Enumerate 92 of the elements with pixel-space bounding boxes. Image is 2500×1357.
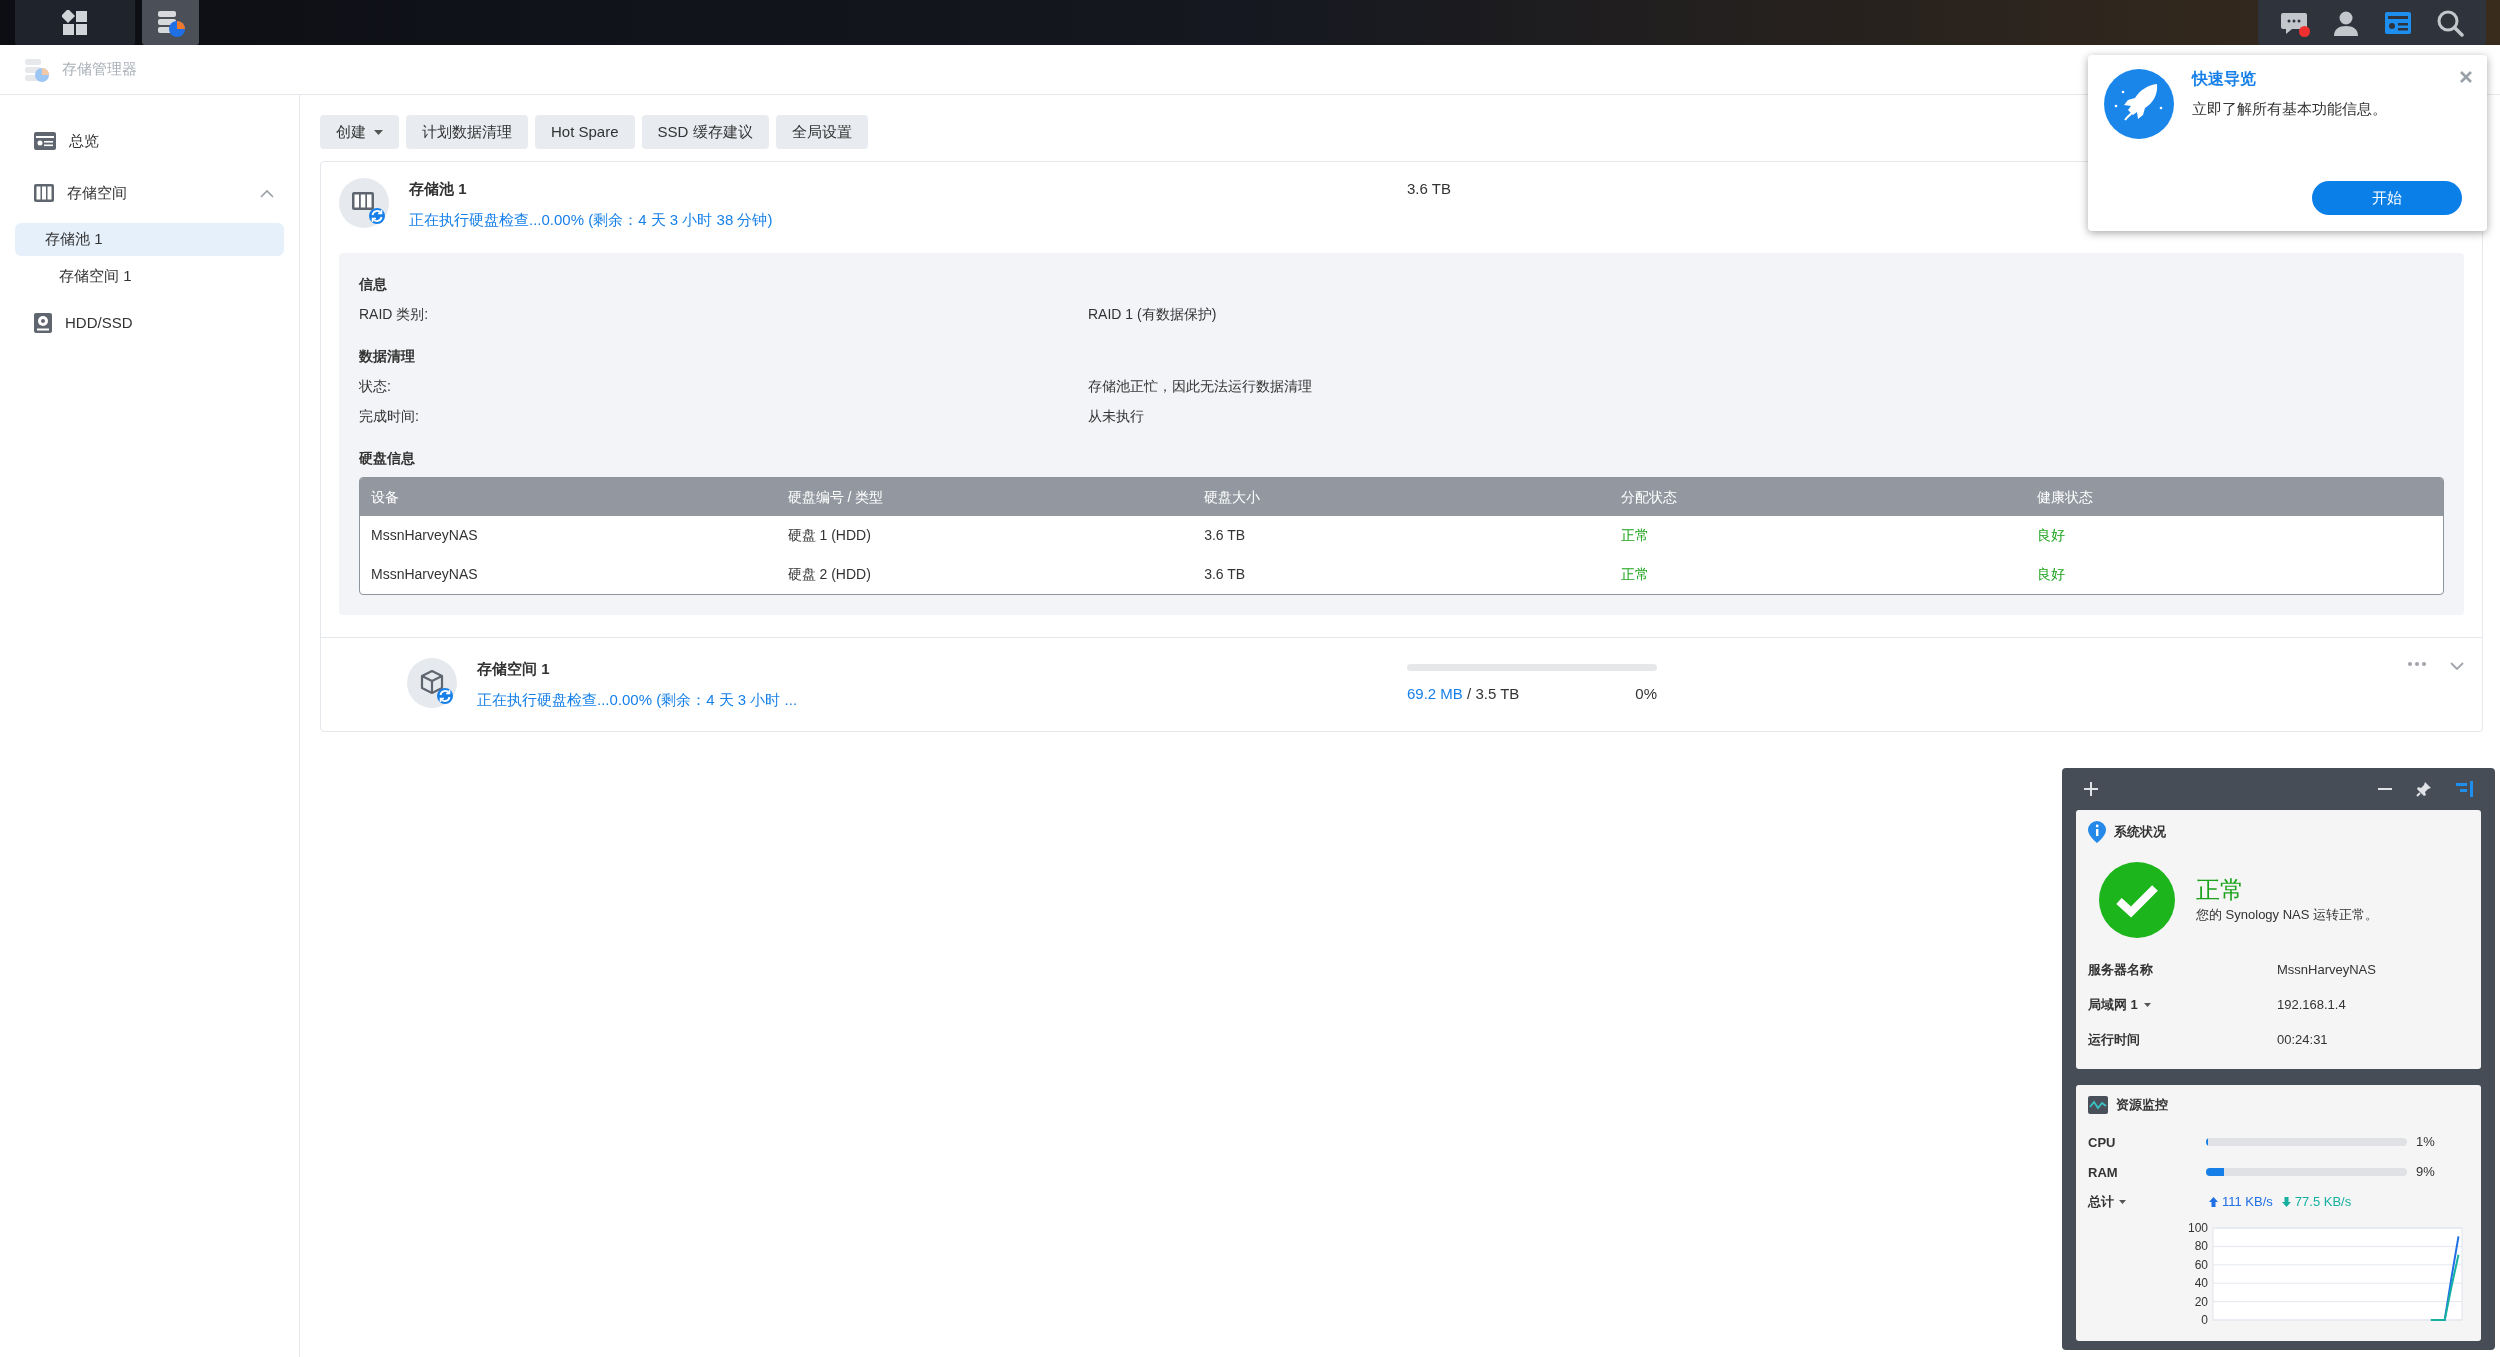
axis-tick-label: 60 — [2194, 1257, 2208, 1272]
axis-tick-label: 0 — [2201, 1313, 2208, 1327]
monitor-wave-icon — [2088, 1096, 2108, 1114]
table-cell-text: 良好 — [2036, 526, 2067, 545]
search-icon[interactable] — [2436, 8, 2464, 37]
upload-arrow-icon — [2209, 1197, 2218, 1207]
status-message: 您的 Synology NAS 运转正常。 — [2196, 906, 2379, 925]
info-icon — [2088, 821, 2106, 843]
table-cell-text: MssnHarveyNAS — [370, 565, 479, 584]
section-heading: 数据清理 — [359, 347, 415, 366]
panel-toggle-icon[interactable] — [2456, 781, 2473, 797]
close-icon[interactable] — [2459, 70, 2473, 84]
window-title: 存储管理器 — [62, 59, 137, 80]
table-cell-text: 3.6 TB — [1203, 565, 1247, 584]
toolbar-button[interactable]: 创建 — [320, 115, 399, 149]
info-label: 服务器名称 — [2088, 960, 2153, 979]
column-header: 分配状态 — [1609, 478, 2027, 516]
sidebar-item[interactable]: HDD/SSD — [15, 297, 284, 349]
info-label[interactable]: 局域网 1 — [2088, 994, 2138, 1015]
health-status: 正常 — [2196, 875, 2244, 906]
caret-icon[interactable] — [2143, 1002, 2151, 1007]
caret-icon[interactable] — [2119, 1200, 2126, 1204]
storage-pool-icon — [339, 178, 389, 228]
column-header: 健康状态 — [2026, 478, 2443, 516]
table-cell-text: MssnHarveyNAS — [370, 526, 479, 545]
table-cell-text: 正常 — [1619, 526, 1650, 545]
usage-percent: 0% — [1635, 684, 1657, 704]
meter-label: RAM — [2088, 1164, 2118, 1180]
table-cell-text: 良好 — [2036, 565, 2067, 584]
main-menu-button[interactable] — [15, 0, 135, 45]
axis-tick-label: 40 — [2194, 1276, 2208, 1291]
section-heading: 硬盘信息 — [359, 449, 415, 468]
field-label: RAID 类别: — [359, 305, 429, 324]
rocket-icon — [2103, 68, 2175, 140]
popup-title: 快速导览 — [2192, 69, 2256, 89]
toolbar-button[interactable]: Hot Spare — [535, 115, 635, 149]
chevron-icon[interactable] — [260, 188, 274, 198]
cube-icon — [407, 658, 457, 708]
info-value: 192.168.1.4 — [2277, 995, 2346, 1014]
section-heading: 信息 — [359, 275, 387, 294]
field-label: 状态: — [359, 377, 391, 396]
app-icon — [24, 56, 50, 83]
axis-tick-label: 80 — [2194, 1239, 2208, 1254]
info-value: MssnHarveyNAS — [2277, 960, 2376, 979]
volume-status-link[interactable]: 正在执行硬盘检查...0.00% (剩余：4 天 3 小时 ... — [477, 688, 798, 711]
meter-reading: 1% — [2416, 1133, 2435, 1152]
download-rate: 77.5 KB/s — [2294, 1193, 2352, 1212]
pin-icon[interactable] — [2416, 781, 2432, 797]
column-header: 设备 — [360, 478, 777, 516]
pool-size: 3.6 TB — [1407, 179, 1451, 199]
sidebar-item[interactable]: 存储池 1 — [15, 223, 284, 256]
popup-text: 立即了解所有基本功能信息。 — [2192, 99, 2387, 119]
taskbar-app-button[interactable] — [142, 0, 199, 45]
axis-tick-label: 100 — [2187, 1223, 2208, 1235]
sidebar-item[interactable]: 存储空间 — [15, 167, 284, 219]
panel-title: 资源监控 — [2116, 1096, 2168, 1115]
storage-rack-icon — [33, 183, 55, 203]
toolbar-button[interactable]: 计划数据清理 — [406, 115, 528, 149]
axis-tick-label: 20 — [2194, 1294, 2208, 1309]
sidebar-item[interactable]: 总览 — [15, 115, 284, 167]
table-cell-text: 硬盘 1 (HDD) — [786, 526, 872, 545]
add-icon[interactable] — [2084, 782, 2098, 796]
toolbar-button[interactable]: SSD 缓存建议 — [641, 115, 769, 149]
panel-title: 系统状况 — [2114, 823, 2166, 842]
volume-title: 存储空间 1 — [477, 659, 551, 679]
field-value: 存储池正忙，因此无法运行数据清理 — [1088, 377, 1312, 396]
sidebar-item[interactable]: 存储空间 1 — [15, 260, 284, 293]
info-value: 00:24:31 — [2277, 1030, 2328, 1049]
info-label: 运行时间 — [2088, 1030, 2140, 1049]
field-value: 从未执行 — [1088, 407, 1144, 426]
pool-status-link[interactable]: 正在执行硬盘检查...0.00% (剩余：4 天 3 小时 38 分钟) — [409, 208, 773, 231]
toolbar-button[interactable]: 全局设置 — [775, 115, 868, 149]
used-size: 69.2 MB — [1407, 685, 1463, 702]
chart-line — [2429, 1253, 2460, 1321]
field-value: RAID 1 (有数据保护) — [1088, 305, 1217, 324]
total-label[interactable]: 总计 — [2088, 1192, 2114, 1212]
total-size: / 3.5 TB — [1467, 685, 1520, 702]
table-cell-text: 硬盘 2 (HDD) — [786, 565, 872, 584]
column-header: 硬盘编号 / 类型 — [776, 478, 1194, 516]
check-circle-icon — [2099, 862, 2175, 938]
overview-icon — [33, 131, 57, 151]
upload-rate: 111 KB/s — [2222, 1193, 2273, 1212]
meter-label: CPU — [2088, 1134, 2116, 1150]
meter-reading: 9% — [2416, 1163, 2435, 1182]
download-arrow-icon — [2281, 1197, 2291, 1207]
pool-title: 存储池 1 — [409, 179, 468, 199]
column-header: 硬盘大小 — [1193, 478, 1610, 516]
table-cell-text: 3.6 TB — [1203, 526, 1247, 545]
start-button[interactable]: 开始 — [2312, 181, 2462, 215]
grid-icon — [62, 9, 88, 36]
field-label: 完成时间: — [359, 407, 419, 426]
table-cell-text: 正常 — [1619, 565, 1650, 584]
